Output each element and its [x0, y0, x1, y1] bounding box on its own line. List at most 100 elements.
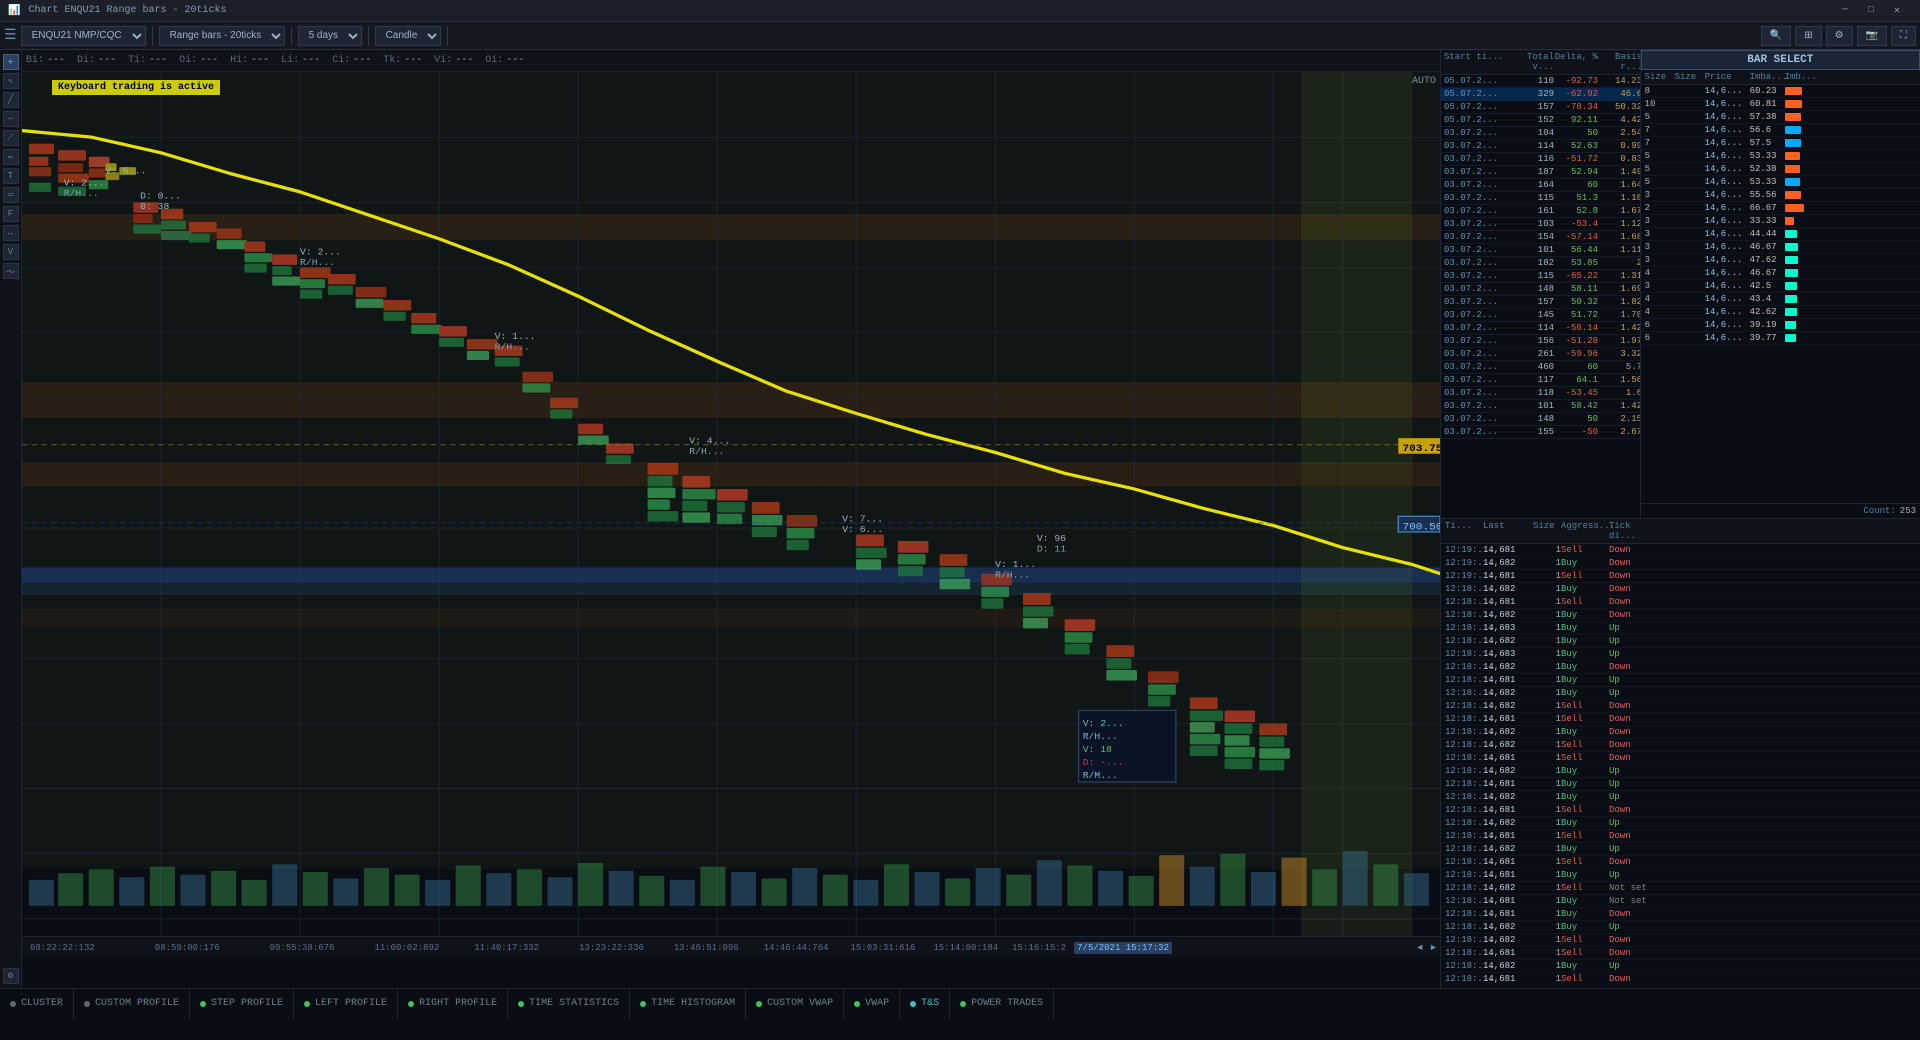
time-label-4: 11:00:02:892: [374, 943, 439, 953]
stats-header-row: Start ti... Total v... Delta, % Basis r.…: [1441, 50, 1640, 75]
text-icon[interactable]: T: [3, 168, 19, 184]
svg-text:R/H...: R/H...: [689, 446, 724, 457]
info-hi: Hi: ---: [230, 55, 269, 66]
symbol-selector[interactable]: ENQU21 NMP/CQC: [21, 26, 146, 46]
dom-row: 3 14,6... 55.56: [1641, 189, 1920, 202]
svg-text:R/H...: R/H...: [495, 342, 530, 353]
line-icon[interactable]: ╱: [3, 92, 19, 108]
stats-row: 05.07.2... 110 -92.73 14.23: [1441, 75, 1640, 88]
title-bar: 📊 Chart ENQU21 Range bars - 20ticks ─ □ …: [0, 0, 1920, 22]
title-bar-text: Chart ENQU21 Range bars - 20ticks: [28, 5, 226, 16]
dom-row: 3 14,6... 44.44: [1641, 228, 1920, 241]
time-axis: 08:22:22:132 08:59:00:176 09:55:38:676 1…: [22, 936, 1440, 958]
stats-row: 03.07.2... 101 58.42 1.42: [1441, 400, 1640, 413]
search-button[interactable]: 🔍: [1761, 26, 1791, 46]
tab-vwap-label: VWAP: [865, 998, 889, 1009]
wave-icon[interactable]: 〜: [3, 263, 19, 279]
tab-custom-vwap-label: CUSTOM VWAP: [767, 998, 833, 1009]
template-button[interactable]: ⊞: [1795, 26, 1821, 46]
tab-left-profile[interactable]: LEFT PROFILE: [294, 989, 398, 1019]
info-bi: Bi: ---: [26, 55, 65, 66]
time-label-10: 15:14:00:184: [933, 943, 998, 953]
tab-cluster-dot: [10, 1001, 16, 1007]
fullscreen-button[interactable]: ⛶: [1891, 26, 1916, 46]
tab-step-profile-dot: [200, 1001, 206, 1007]
ts-row: 12:18:... 14,682 1 Buy Up: [1441, 817, 1920, 830]
ts-row: 12:18:... 14,681 1 Sell Down: [1441, 752, 1920, 765]
settings-button[interactable]: ⚙: [1826, 26, 1853, 46]
ts-row: 12:18:... 14,681 1 Buy Down: [1441, 908, 1920, 921]
tab-custom-vwap[interactable]: CUSTOM VWAP: [746, 989, 844, 1019]
ts-row: 12:18:... 14,682 1 Buy Up: [1441, 687, 1920, 700]
chart-style-selector[interactable]: Candle: [375, 26, 441, 46]
time-label-current: 7/5/2021 15:17:32: [1074, 942, 1172, 954]
tab-cluster-label: CLUSTER: [21, 998, 63, 1009]
tab-time-histogram[interactable]: TIME HISTOGRAM: [630, 989, 746, 1019]
bottom-bar: CLUSTER CUSTOM PROFILE STEP PROFILE LEFT…: [0, 988, 1920, 1018]
info-di: Di: ---: [77, 55, 116, 66]
dom-row: 7 14,6... 56.6: [1641, 124, 1920, 137]
tab-right-profile[interactable]: RIGHT PROFILE: [398, 989, 508, 1019]
svg-text:V: 96: V: 96: [1037, 533, 1067, 544]
ts-row: 12:18:... 14,682 1 Sell Down: [1441, 934, 1920, 947]
measure-icon[interactable]: ↔: [3, 225, 19, 241]
ts-row: 12:18:... 14,681 1 Buy Up: [1441, 869, 1920, 882]
nav-prev-icon[interactable]: ◄: [1417, 943, 1422, 953]
svg-text:R/H...: R/H...: [995, 570, 1030, 581]
screenshot-button[interactable]: 📷: [1857, 26, 1887, 46]
tab-vwap[interactable]: VWAP: [844, 989, 900, 1019]
svg-text:700.50: 700.50: [1402, 522, 1440, 534]
tab-ts[interactable]: T&S: [900, 989, 950, 1019]
pencil-icon[interactable]: ✏: [3, 149, 19, 165]
period-selector[interactable]: 5 days: [298, 26, 362, 46]
ts-header: Ti... Last Size Aggress... Tick di...: [1441, 519, 1920, 544]
ts-row: 12:18:... 14,682 1 Buy Up: [1441, 843, 1920, 856]
dom-row: 6 14,6... 39.19: [1641, 319, 1920, 332]
tab-step-profile[interactable]: STEP PROFILE: [190, 989, 294, 1019]
win-restore-icon[interactable]: □: [1864, 5, 1878, 17]
info-bar: Bi: --- Di: --- Ti: --- Oi: --- Hi: --- …: [22, 50, 1440, 72]
cursor-icon[interactable]: ✛: [3, 54, 19, 70]
win-close-icon[interactable]: ✕: [1890, 5, 1904, 17]
tab-cluster[interactable]: CLUSTER: [0, 989, 74, 1019]
title-bar-icon: 📊: [8, 5, 20, 17]
win-min-icon[interactable]: ─: [1838, 5, 1852, 17]
rect-icon[interactable]: ▭: [3, 187, 19, 203]
separator-1: [152, 27, 153, 45]
ts-row: 12:18:... 14,682 1 Buy Up: [1441, 960, 1920, 973]
dom-row: 10 14,6... 60.81: [1641, 98, 1920, 111]
stats-row: 03.07.2... 148 50 2.15: [1441, 413, 1640, 426]
tab-power-trades[interactable]: POWER TRADES: [950, 989, 1054, 1019]
tab-time-statistics[interactable]: TIME STATISTICS: [508, 989, 630, 1019]
stats-row: 03.07.2... 101 56.44 1.11: [1441, 244, 1640, 257]
fib-icon[interactable]: F: [3, 206, 19, 222]
ts-row: 12:18:... 14,682 1 Buy Up: [1441, 635, 1920, 648]
dom-row: 5 14,6... 57.38: [1641, 111, 1920, 124]
stats-row: 03.07.2... 118 -53.45 1.6: [1441, 387, 1640, 400]
ts-row: 12:18:... 14,681 1 Sell Down: [1441, 804, 1920, 817]
arrow-icon[interactable]: ↖: [3, 73, 19, 89]
separator-4: [447, 27, 448, 45]
ts-row: 12:19:... 14,681 1 Sell Down: [1441, 570, 1920, 583]
svg-text:V: 1...: V: 1...: [995, 559, 1036, 570]
nav-next-icon[interactable]: ►: [1431, 943, 1436, 953]
tab-left-profile-label: LEFT PROFILE: [315, 998, 387, 1009]
stats-row: 03.07.2... 154 -57.14 1.68: [1441, 231, 1640, 244]
svg-text:V: 18: V: 18: [1083, 744, 1113, 755]
toolbar-menu-icon[interactable]: ☰: [4, 27, 17, 44]
main-layout: ✛ ↖ ╱ ─ ⟋ ✏ T ▭ F ↔ V 〜 ⚙ Bi: --- Di: --…: [0, 50, 1920, 988]
stats-row: 03.07.2... 157 50.32 1.82: [1441, 296, 1640, 309]
ts-row: 12:18:... 14,681 1 Buy Up: [1441, 674, 1920, 687]
tab-time-histogram-label: TIME HISTOGRAM: [651, 998, 735, 1009]
tab-step-profile-label: STEP PROFILE: [211, 998, 283, 1009]
chart-canvas[interactable]: AUTO Keyboard trading is active ENQU21 E…: [22, 72, 1440, 958]
tab-custom-profile[interactable]: CUSTOM PROFILE: [74, 989, 190, 1019]
chart-type-selector[interactable]: Range bars - 20ticks: [159, 26, 285, 46]
horizontal-line-icon[interactable]: ─: [3, 111, 19, 127]
volume-icon[interactable]: V: [3, 244, 19, 260]
chart-area[interactable]: Bi: --- Di: --- Ti: --- Oi: --- Hi: --- …: [22, 50, 1440, 988]
trend-icon[interactable]: ⟋: [3, 130, 19, 146]
ts-row: 12:19:... 14,682 1 Buy Down: [1441, 557, 1920, 570]
ts-row: 12:18:... 14,681 1 Sell Down: [1441, 596, 1920, 609]
settings-left-icon[interactable]: ⚙: [3, 968, 19, 984]
